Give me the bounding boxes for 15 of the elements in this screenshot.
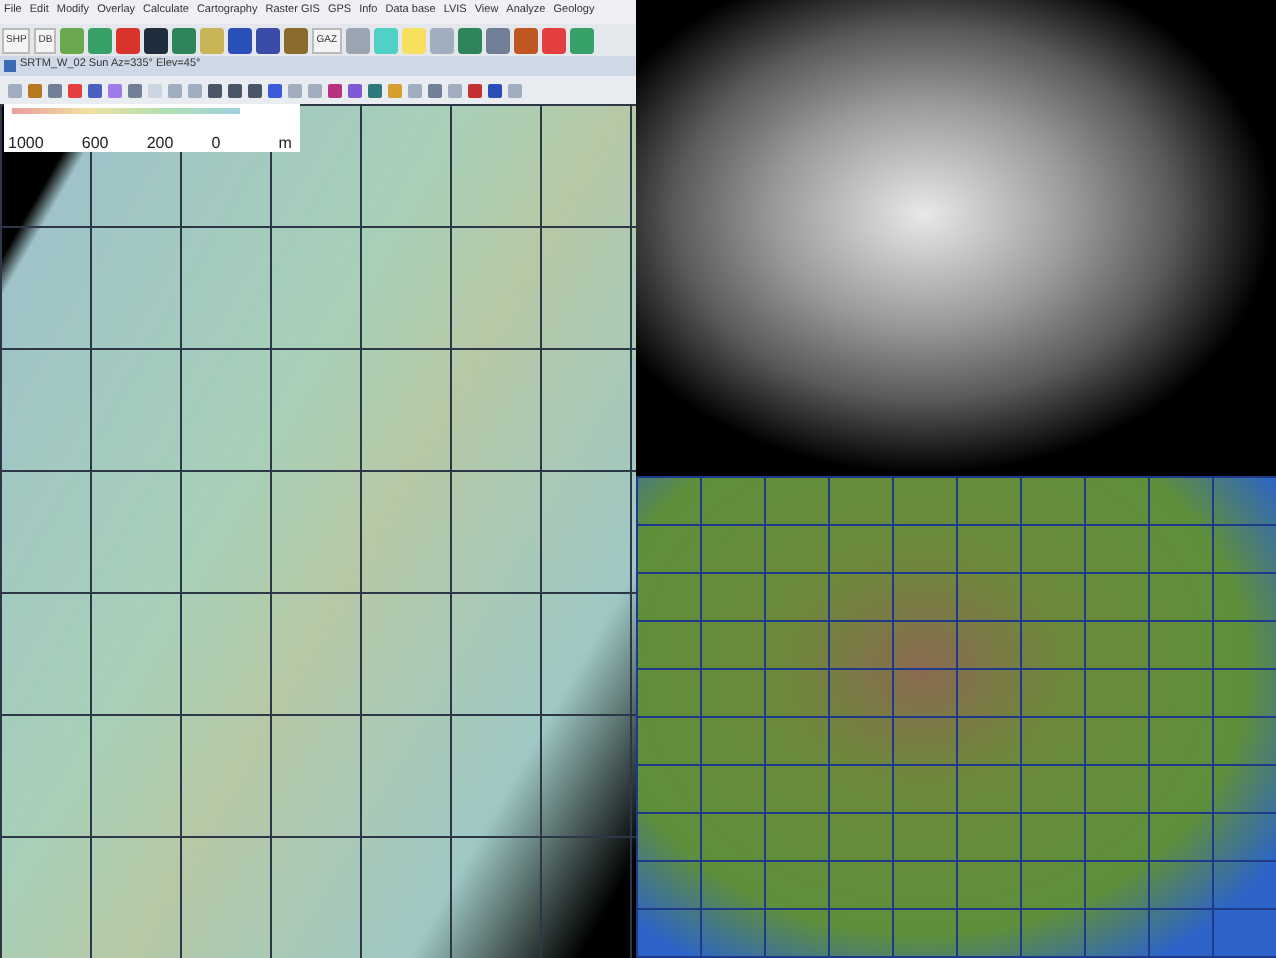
map-tool-icon[interactable] (268, 83, 282, 97)
map-tool-icon[interactable] (144, 27, 169, 53)
legend-label: 600 (81, 136, 109, 152)
map-tool-icon[interactable] (208, 83, 222, 97)
map-tool-icon[interactable] (88, 83, 102, 97)
map-tool-icon[interactable] (228, 27, 253, 53)
map-tool-icon[interactable] (256, 27, 281, 53)
window-icon (4, 60, 16, 72)
legend-label: 1000 (8, 136, 44, 152)
legend-label: 200 (146, 136, 174, 152)
map-tool-icon[interactable] (248, 83, 262, 97)
map-tool-icon[interactable] (228, 83, 242, 97)
legend-label: 0 (211, 136, 221, 152)
legend-unit: m (278, 136, 292, 152)
map-tool-icon[interactable] (488, 83, 502, 97)
